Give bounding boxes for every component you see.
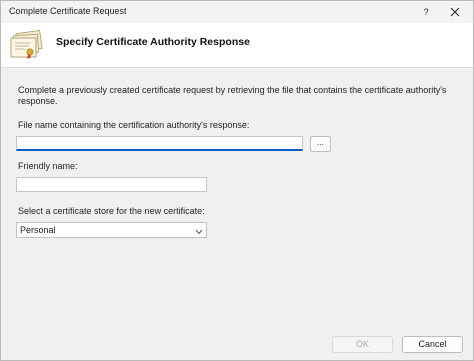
dialog-window: Complete Certificate Request ? Specify C… bbox=[0, 0, 474, 361]
title-bar[interactable]: Complete Certificate Request ? bbox=[1, 1, 473, 23]
window-title: Complete Certificate Request bbox=[9, 6, 127, 16]
wizard-header: Specify Certificate Authority Response bbox=[1, 23, 473, 68]
file-name-label: File name containing the certification a… bbox=[18, 120, 250, 130]
cancel-button[interactable]: Cancel bbox=[402, 336, 463, 353]
certificate-store-value: Personal bbox=[20, 225, 56, 235]
file-name-input[interactable] bbox=[16, 136, 303, 151]
certificate-store-select[interactable]: Personal bbox=[16, 222, 207, 238]
certificate-store-label: Select a certificate store for the new c… bbox=[18, 206, 205, 216]
page-title: Specify Certificate Authority Response bbox=[56, 36, 250, 48]
browse-button[interactable]: ... bbox=[310, 136, 331, 152]
close-icon[interactable] bbox=[447, 4, 463, 20]
friendly-name-input[interactable] bbox=[16, 177, 207, 192]
chevron-down-icon bbox=[195, 227, 203, 235]
help-button[interactable]: ? bbox=[419, 5, 433, 19]
friendly-name-label: Friendly name: bbox=[18, 161, 78, 171]
certificate-icon bbox=[9, 29, 43, 61]
ok-button[interactable]: OK bbox=[332, 336, 393, 353]
description-text: Complete a previously created certificat… bbox=[18, 85, 447, 106]
